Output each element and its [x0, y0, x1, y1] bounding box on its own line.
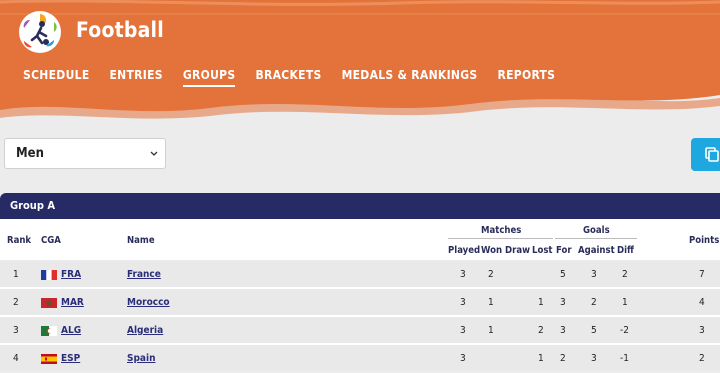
header-matches: Matches: [481, 225, 522, 236]
flag-spain-icon: [41, 354, 57, 364]
team-name-link[interactable]: Morocco: [127, 297, 170, 308]
header-points: Points: [689, 235, 720, 246]
rank-cell: 3: [13, 325, 19, 336]
matches-divider: [448, 238, 553, 239]
table-row[interactable]: 4 ESP Spain 3 1 2 3 -1 2: [0, 345, 720, 371]
against-cell: 3: [591, 269, 597, 280]
header-against: Against: [578, 245, 615, 256]
won-cell: 1: [488, 325, 494, 336]
table-row[interactable]: 3 ALG Algeria 3 1 2 3 5 -2 3: [0, 317, 720, 343]
for-cell: 5: [560, 269, 566, 280]
table-row[interactable]: 1 FRA France 3 2 5 3 2 7: [0, 261, 720, 287]
flag-morocco-icon: [41, 298, 57, 308]
header-draw: Draw: [505, 245, 530, 256]
diff-cell: 1: [622, 297, 628, 308]
nav-groups[interactable]: GROUPS: [182, 68, 236, 87]
header-played: Played: [448, 245, 481, 256]
for-cell: 3: [560, 297, 566, 308]
rank-cell: 2: [13, 297, 19, 308]
header-lost: Lost: [532, 245, 553, 256]
rank-cell: 1: [13, 269, 19, 280]
gender-select-value: Men: [16, 146, 44, 161]
lost-cell: 1: [538, 297, 544, 308]
against-cell: 5: [591, 325, 597, 336]
points-cell: 3: [699, 325, 705, 336]
page-title: Football: [76, 18, 164, 42]
diff-cell: -2: [620, 325, 629, 336]
won-cell: 1: [488, 297, 494, 308]
copy-button[interactable]: [691, 138, 720, 171]
team-name-link[interactable]: France: [127, 269, 161, 280]
header-diff: Diff: [617, 245, 634, 256]
nav-brackets[interactable]: BRACKETS: [255, 68, 321, 87]
cga-link[interactable]: FRA: [61, 269, 81, 280]
team-name-link[interactable]: Algeria: [127, 325, 163, 336]
header-rank: Rank: [7, 235, 32, 246]
flag-france-icon: [41, 270, 57, 280]
nav-reports[interactable]: REPORTS: [497, 68, 555, 87]
games-logo-icon[interactable]: [18, 10, 62, 54]
header-name: Name: [127, 235, 155, 246]
for-cell: 2: [560, 353, 566, 364]
against-cell: 2: [591, 297, 597, 308]
table-row[interactable]: 2 MAR Morocco 3 1 1 3 2 1 4: [0, 289, 720, 315]
header-goals: Goals: [583, 225, 610, 236]
points-cell: 7: [699, 269, 705, 280]
against-cell: 3: [591, 353, 597, 364]
group-header: Group A: [0, 193, 720, 219]
flag-algeria-icon: [41, 326, 57, 336]
team-name-link[interactable]: Spain: [127, 353, 155, 364]
nav-entries[interactable]: ENTRIES: [110, 68, 163, 87]
copy-icon: [705, 147, 719, 162]
cga-link[interactable]: ALG: [61, 325, 81, 336]
chevron-down-icon: [150, 151, 158, 156]
played-cell: 3: [460, 325, 466, 336]
points-cell: 2: [699, 353, 705, 364]
rank-cell: 4: [13, 353, 19, 364]
nav-medals-rankings[interactable]: MEDALS & RANKINGS: [342, 68, 478, 87]
lost-cell: 2: [538, 325, 544, 336]
header: Football SCHEDULE ENTRIES GROUPS BRACKET…: [0, 0, 720, 130]
diff-cell: -1: [620, 353, 629, 364]
won-cell: 2: [488, 269, 494, 280]
nav-schedule[interactable]: SCHEDULE: [23, 68, 90, 87]
header-won: Won: [481, 245, 503, 256]
header-cga: CGA: [41, 235, 61, 246]
diff-cell: 2: [622, 269, 628, 280]
points-cell: 4: [699, 297, 705, 308]
goals-divider: [555, 238, 637, 239]
gender-select[interactable]: Men: [4, 138, 166, 169]
played-cell: 3: [460, 353, 466, 364]
played-cell: 3: [460, 269, 466, 280]
main-nav: SCHEDULE ENTRIES GROUPS BRACKETS MEDALS …: [23, 68, 575, 87]
header-for: For: [556, 245, 572, 256]
group-title: Group A: [10, 199, 56, 212]
cga-link[interactable]: MAR: [61, 297, 84, 308]
for-cell: 3: [560, 325, 566, 336]
played-cell: 3: [460, 297, 466, 308]
cga-link[interactable]: ESP: [61, 353, 80, 364]
lost-cell: 1: [538, 353, 544, 364]
